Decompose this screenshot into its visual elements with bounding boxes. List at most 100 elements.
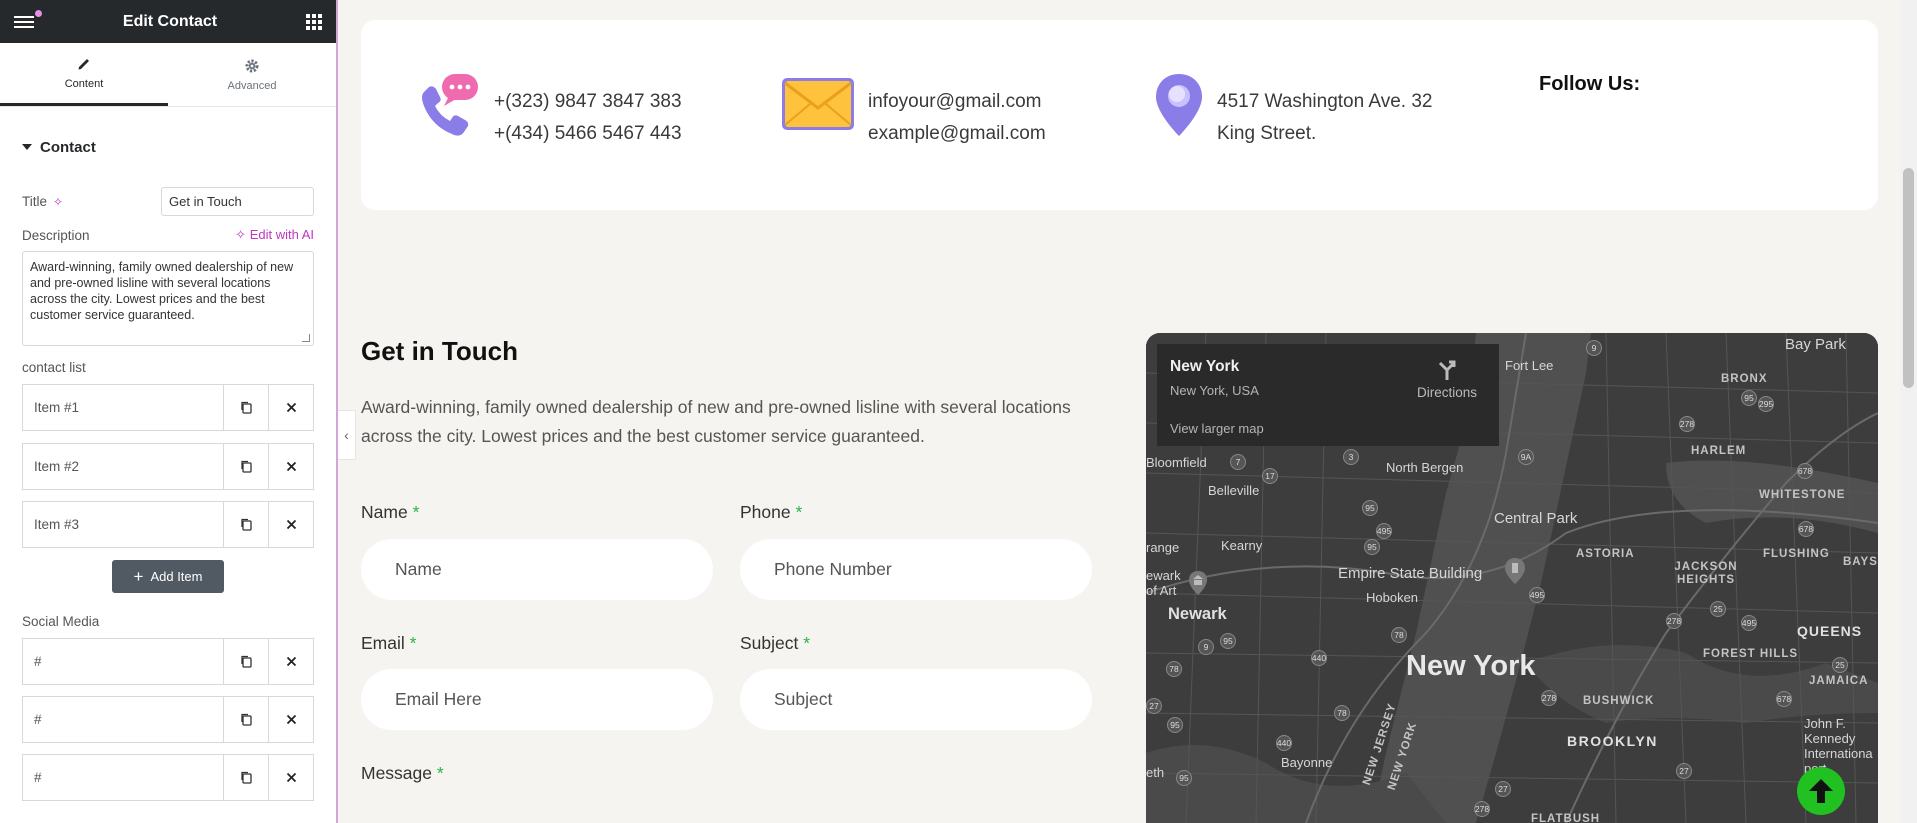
repeater-item-title[interactable]: # <box>23 697 223 742</box>
scrollbar-thumb[interactable] <box>1903 168 1914 388</box>
map-label: JACKSON HEIGHTS <box>1674 561 1738 586</box>
repeater-item-title[interactable]: Item #1 <box>23 385 223 430</box>
repeater-item-title[interactable]: # <box>23 755 223 800</box>
ai-sparkle-icon[interactable]: ✧ <box>53 195 63 209</box>
menu-icon[interactable] <box>14 9 42 28</box>
map-label: Bloomfield <box>1146 455 1207 470</box>
duplicate-icon[interactable] <box>223 444 268 489</box>
collapse-panel-button[interactable]: ‹ <box>338 410 356 460</box>
close-icon[interactable] <box>268 385 313 430</box>
view-larger-map-link[interactable]: View larger map <box>1170 421 1264 436</box>
close-icon[interactable] <box>268 502 313 547</box>
map-info-card: New York New York, USA Directions View l… <box>1157 344 1499 446</box>
directions-button[interactable]: Directions <box>1417 358 1477 400</box>
title-label-text: Title <box>22 194 48 209</box>
subject-label-text: Subject <box>740 633 799 653</box>
map-label: HARLEM <box>1691 445 1747 457</box>
duplicate-icon[interactable] <box>223 502 268 547</box>
map-label: Central Park <box>1494 510 1578 527</box>
close-icon[interactable] <box>268 755 313 800</box>
email-label-text: Email <box>361 633 405 653</box>
phone-2[interactable]: +(434) 5466 5467 443 <box>494 118 682 150</box>
repeater-item-title[interactable]: Item #3 <box>23 502 223 547</box>
panel-header: Edit Contact <box>0 0 336 43</box>
repeater-item-title[interactable]: Item #2 <box>23 444 223 489</box>
highway-shield-icon: 495 <box>1741 615 1757 631</box>
highway-shield-icon: 27 <box>1495 781 1511 797</box>
edit-with-ai-button[interactable]: ✧ Edit with AI <box>235 227 314 243</box>
page-scrollbar[interactable] <box>1900 0 1917 823</box>
follow-us-heading: Follow Us: <box>1539 73 1641 95</box>
envelope-icon <box>782 78 854 130</box>
required-mark: * <box>803 633 811 653</box>
required-mark: * <box>436 763 444 783</box>
phone-input[interactable]: Phone Number <box>740 539 1092 600</box>
map-label: Hoboken <box>1366 590 1419 605</box>
editor-panel: Edit Contact Content Advanced Contact Ti… <box>0 0 338 823</box>
scroll-to-top-button[interactable] <box>1797 767 1845 815</box>
description-label: Description <box>22 227 90 243</box>
highway-shield-icon: 495 <box>1376 523 1392 539</box>
highway-shield-icon: 95 <box>1364 539 1380 555</box>
highway-shield-icon: 440 <box>1311 650 1327 666</box>
pencil-icon <box>78 59 89 70</box>
title-input[interactable]: Get in Touch <box>161 187 314 216</box>
section-contact-toggle[interactable]: Contact <box>0 121 336 173</box>
email-label: Email * <box>361 633 416 654</box>
map-label: North Bergen <box>1386 460 1464 475</box>
widgets-grid-icon[interactable] <box>306 13 322 30</box>
email-2[interactable]: example@gmail.com <box>868 118 1046 150</box>
add-item-button[interactable]: + Add Item <box>112 560 224 593</box>
tab-advanced-label: Advanced <box>227 79 277 92</box>
close-icon[interactable] <box>268 639 313 684</box>
map-label: eth <box>1146 765 1165 780</box>
duplicate-icon[interactable] <box>223 639 268 684</box>
highway-shield-icon: 78 <box>1166 661 1182 677</box>
repeater-item: Item #2 <box>22 443 314 490</box>
highway-shield-icon: 278 <box>1474 801 1490 817</box>
tab-advanced[interactable]: Advanced <box>168 43 336 106</box>
contact-list-label: contact list <box>22 360 86 375</box>
resize-grip-icon[interactable] <box>302 334 310 342</box>
google-map[interactable]: New York New York, USA Directions View l… <box>1146 333 1878 823</box>
phone-info: +(323) 9847 3847 383 +(434) 5466 5467 44… <box>414 72 682 150</box>
phone-1[interactable]: +(323) 9847 3847 383 <box>494 86 682 118</box>
name-input[interactable]: Name <box>361 539 713 600</box>
subject-label: Subject * <box>740 633 810 654</box>
description-textarea[interactable]: Award-winning, family owned dealership o… <box>22 251 314 346</box>
map-label: ASTORIA <box>1576 548 1635 560</box>
map-label: WHITESTONE <box>1759 489 1846 501</box>
map-label: JAMAICA <box>1809 675 1869 687</box>
map-label: Empire State Building <box>1338 565 1483 582</box>
description-control-header: Description ✧ Edit with AI <box>0 227 336 243</box>
required-mark: * <box>409 633 417 653</box>
map-label: FOREST HILLS <box>1703 648 1799 660</box>
name-label-text: Name <box>361 502 408 522</box>
close-icon[interactable] <box>268 697 313 742</box>
phone-label-text: Phone <box>740 502 791 522</box>
highway-shield-icon: 25 <box>1832 657 1848 673</box>
gear-icon <box>245 59 259 72</box>
email-input[interactable]: Email Here <box>361 669 713 730</box>
required-mark: * <box>412 502 420 522</box>
highway-shield-icon: 78 <box>1391 627 1407 643</box>
address-lines: 4517 Washington Ave. 32 King Street. <box>1217 86 1433 150</box>
repeater-item-title[interactable]: # <box>23 639 223 684</box>
map-label: Bayonne <box>1281 755 1333 770</box>
close-icon[interactable] <box>268 444 313 489</box>
edit-with-ai-label: Edit with AI <box>249 227 314 242</box>
message-label: Message * <box>361 763 444 784</box>
duplicate-icon[interactable] <box>223 385 268 430</box>
highway-shield-icon: 95 <box>1362 500 1378 516</box>
duplicate-icon[interactable] <box>223 755 268 800</box>
email-1[interactable]: infoyour@gmail.com <box>868 86 1046 118</box>
social-media-label: Social Media <box>22 614 100 629</box>
map-label: Fort Lee <box>1505 358 1554 373</box>
repeater-item: # <box>22 754 314 801</box>
address-info: 4517 Washington Ave. 32 King Street. <box>1153 72 1433 150</box>
duplicate-icon[interactable] <box>223 697 268 742</box>
subject-input[interactable]: Subject <box>740 669 1092 730</box>
contact-title: Get in Touch <box>361 336 518 366</box>
map-label: QUEENS <box>1797 623 1863 639</box>
tab-content[interactable]: Content <box>0 43 168 106</box>
